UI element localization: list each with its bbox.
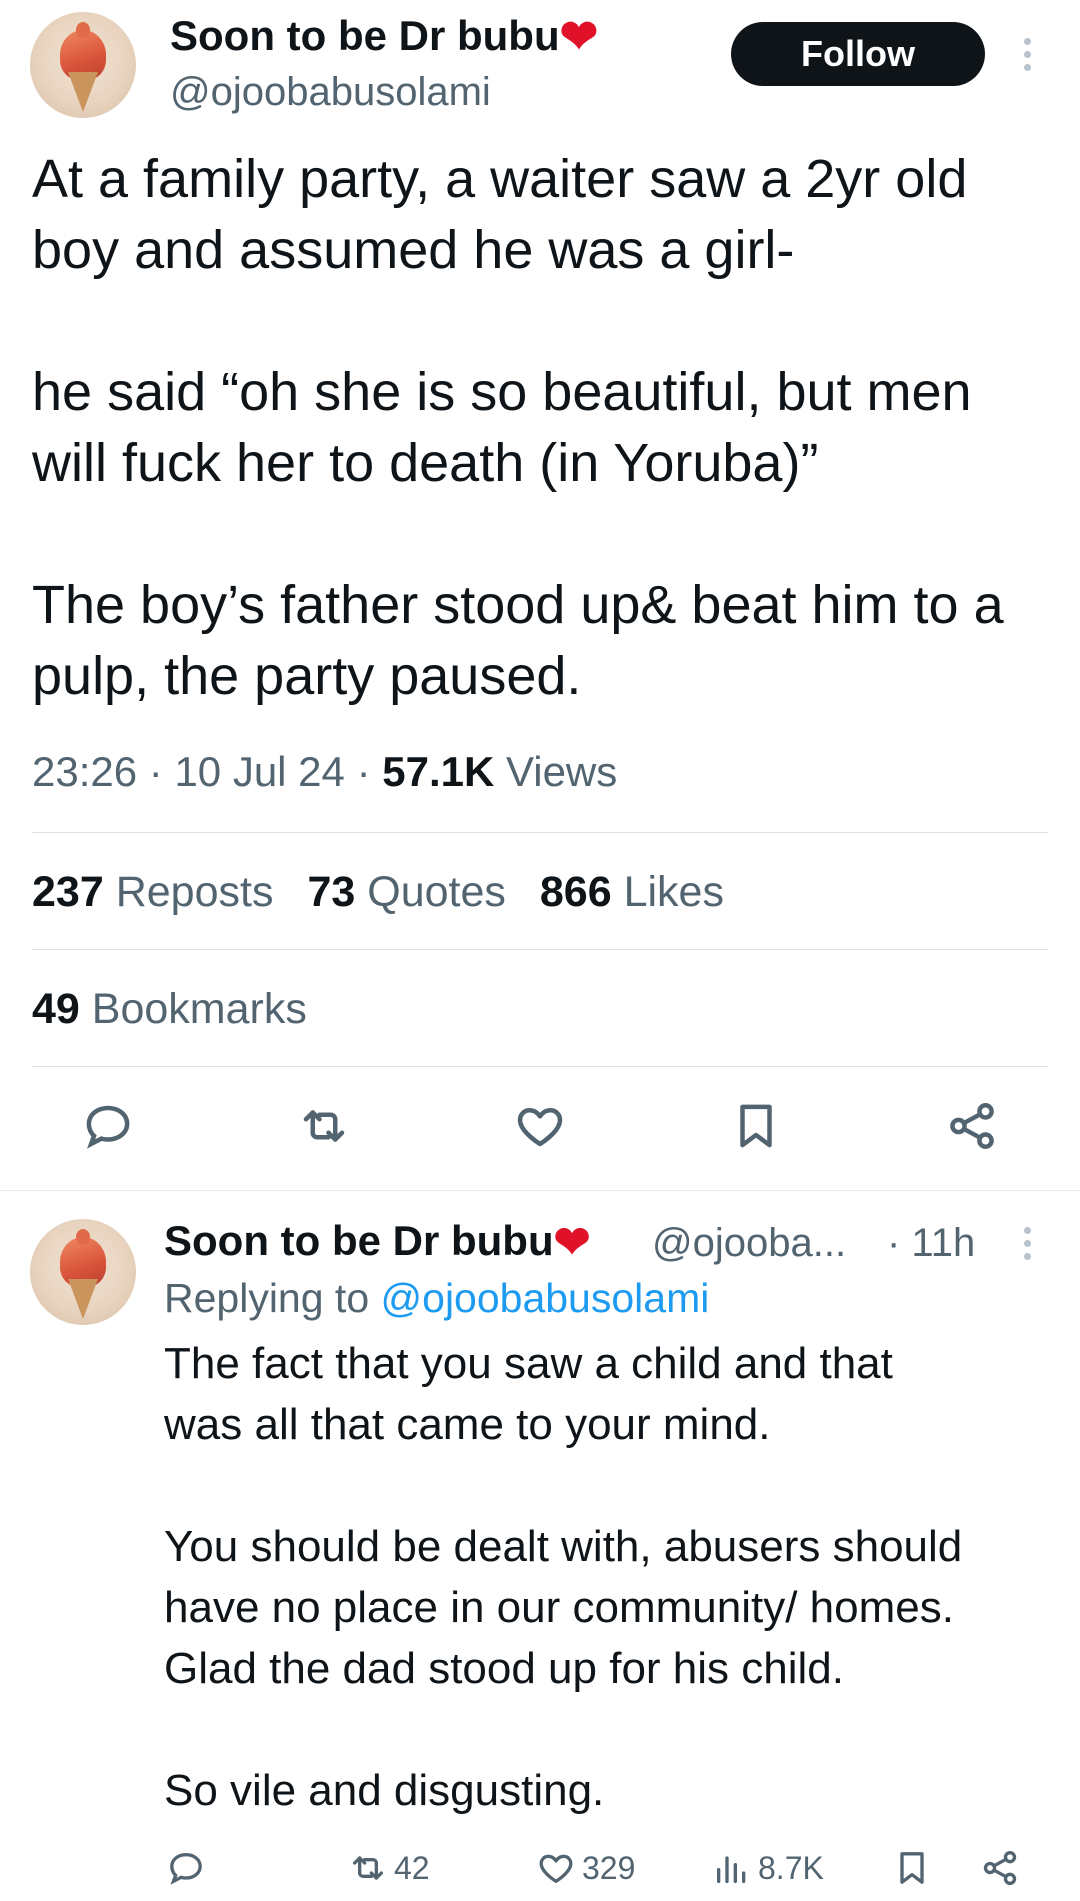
tweet-meta: 23:26 · 10 Jul 24 · 57.1K Views <box>32 748 618 795</box>
tweet-text-line <box>32 499 1052 570</box>
reply-icon <box>170 1852 202 1885</box>
reply-bookmark-button[interactable] <box>892 1843 932 1893</box>
tweet-text-line: pulp, the party paused. <box>32 646 582 706</box>
tweet-date[interactable]: 10 Jul 24 <box>174 748 344 795</box>
divider <box>32 949 1048 950</box>
reply-text-line <box>164 1699 1044 1760</box>
reply-time[interactable]: · 11h <box>887 1221 975 1266</box>
views-count: 57.1K <box>382 748 495 795</box>
main-tweet: Soon to be Dr bubu❤ @ojoobabusolami Foll… <box>0 0 1080 1190</box>
tweet-text: At a family party, a waiter saw a 2yr ol… <box>32 144 1052 712</box>
heart-emoji: ❤ <box>559 10 599 62</box>
author-name[interactable]: Soon to be Dr bubu❤ <box>170 12 598 60</box>
reposts-stat[interactable]: 237 Reposts <box>32 868 273 917</box>
reply-action-bar: 42 329 8.7K <box>0 1843 1080 1893</box>
reply-repost-button[interactable]: 42 <box>348 1843 430 1893</box>
reply-reply-button[interactable] <box>166 1843 212 1893</box>
divider <box>32 832 1048 833</box>
tweet-text-line: boy and assumed he was a girl- <box>32 220 795 280</box>
like-icon[interactable] <box>510 1096 570 1156</box>
like-count: 329 <box>582 1849 636 1886</box>
reply-text-line: The fact that you saw a child and that <box>164 1339 893 1388</box>
reply-text-line: have no place in our community/ homes. <box>164 1583 954 1632</box>
divider <box>32 1066 1048 1067</box>
reply-author-handle[interactable]: @ojooba... <box>652 1221 846 1266</box>
more-options-icon[interactable] <box>1020 38 1034 71</box>
reply-icon[interactable] <box>78 1096 138 1156</box>
repost-count: 42 <box>394 1849 430 1886</box>
reply-text-line: You should be dealt with, abusers should <box>164 1522 963 1571</box>
author-handle[interactable]: @ojoobabusolami <box>170 70 491 115</box>
reply-views-button[interactable]: 8.7K <box>712 1843 824 1893</box>
reply-text-line: So vile and disgusting. <box>164 1766 605 1815</box>
replying-to-handle-link[interactable]: @ojoobabusolami <box>381 1275 710 1321</box>
reply-text-line: Glad the dad stood up for his child. <box>164 1644 844 1693</box>
reply-text: The fact that you saw a child and that w… <box>164 1333 1044 1821</box>
share-icon <box>983 1850 1017 1886</box>
views-label: Views <box>505 748 618 795</box>
tweet-text-line: The boy’s father stood up& beat him to a <box>32 575 1004 635</box>
reply-text-line <box>164 1455 1044 1516</box>
like-icon <box>539 1854 573 1883</box>
reply-author-name[interactable]: Soon to be Dr bubu❤ <box>164 1217 590 1265</box>
reply-tweet[interactable]: Soon to be Dr bubu❤ @ojooba... · 11h Rep… <box>0 1191 1080 1901</box>
reply-author-name-text: Soon to be Dr bubu <box>164 1217 554 1264</box>
reply-like-button[interactable]: 329 <box>536 1843 635 1893</box>
reply-author-avatar[interactable] <box>30 1219 136 1325</box>
reply-text-line: was all that came to your mind. <box>164 1400 771 1449</box>
tweet-text-line: he said “oh she is so beautiful, but men <box>32 362 972 422</box>
views-icon <box>717 1856 746 1883</box>
bookmark-icon[interactable] <box>726 1096 786 1156</box>
tweet-text-line: will fuck her to death (in Yoruba)” <box>32 433 819 493</box>
author-avatar[interactable] <box>30 12 136 118</box>
likes-stat[interactable]: 866 Likes <box>540 868 724 917</box>
views-count: 8.7K <box>758 1849 824 1886</box>
tweet-time[interactable]: 23:26 <box>32 748 137 795</box>
heart-emoji: ❤ <box>553 1218 591 1267</box>
repost-icon[interactable] <box>294 1096 354 1156</box>
author-name-text: Soon to be Dr bubu <box>170 12 560 59</box>
reply-share-button[interactable] <box>980 1843 1020 1893</box>
reply-more-options-icon[interactable] <box>1020 1227 1034 1260</box>
bookmarks-stat[interactable]: 49 Bookmarks <box>32 985 307 1034</box>
bookmark-icon <box>900 1852 924 1884</box>
share-icon[interactable] <box>942 1096 1002 1156</box>
engagement-stats: 237 Reposts 73 Quotes 866 Likes <box>32 868 758 917</box>
replying-to: Replying to @ojoobabusolami <box>164 1275 710 1321</box>
follow-button[interactable]: Follow <box>731 22 985 86</box>
tweet-text-line: At a family party, a waiter saw a 2yr ol… <box>32 149 968 209</box>
repost-icon <box>353 1856 383 1880</box>
quotes-stat[interactable]: 73 Quotes <box>307 868 505 917</box>
tweet-text-line <box>32 286 1052 357</box>
tweet-action-bar <box>0 1096 1080 1168</box>
